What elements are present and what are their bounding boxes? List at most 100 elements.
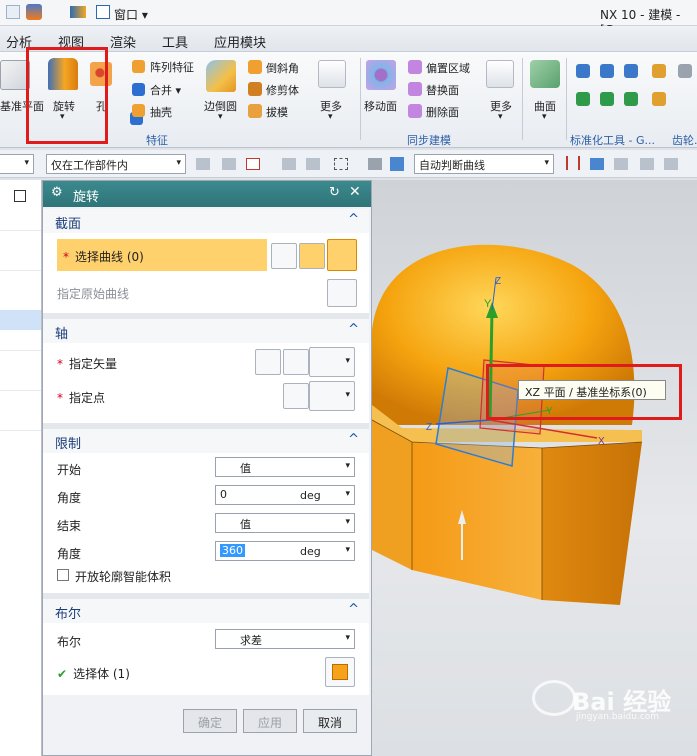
curve-rule-dropdown[interactable]: 自动判断曲线 ▾ <box>414 154 554 174</box>
shell-icon[interactable] <box>132 104 145 117</box>
undo-icon[interactable] <box>6 5 20 19</box>
more-dropdown-icon[interactable]: ▾ <box>328 112 333 122</box>
std-tool-icon[interactable] <box>652 92 666 106</box>
section-axis-header[interactable]: 轴 ^ <box>43 319 369 343</box>
stop-at-intersection-icon[interactable] <box>590 158 604 170</box>
start-type-dropdown[interactable]: 值 ▾ <box>215 457 355 477</box>
std-tool-icon[interactable] <box>600 92 614 106</box>
std-tool-icon[interactable] <box>600 64 614 78</box>
std-tool-icon[interactable] <box>576 92 590 106</box>
nav-row <box>0 230 41 231</box>
delete-face-icon[interactable] <box>408 104 422 118</box>
section-boolean-header[interactable]: 布尔 ^ <box>43 599 369 623</box>
draft-icon[interactable] <box>248 104 262 118</box>
more-sync-dropdown-icon[interactable]: ▾ <box>498 112 503 122</box>
point-type-dropdown[interactable]: ▾ <box>309 381 355 411</box>
replace-face-label[interactable]: 替换面 <box>426 82 459 98</box>
pattern-feature-icon[interactable] <box>132 60 145 73</box>
prism-right-face <box>542 442 642 605</box>
shell-label[interactable]: 抽壳 <box>150 104 172 120</box>
origin-curve-icon[interactable] <box>327 279 357 307</box>
start-angle-input[interactable]: 0 deg ▾ <box>215 485 355 505</box>
menu-render[interactable]: 渲染 <box>110 32 136 51</box>
more-icon[interactable] <box>318 60 346 88</box>
surface-icon[interactable] <box>530 60 560 88</box>
reverse-direction-icon[interactable] <box>255 349 281 375</box>
menu-application[interactable]: 应用模块 <box>214 32 266 51</box>
chamfer-label[interactable]: 倒斜角 <box>266 60 299 76</box>
curve-rule-icon[interactable] <box>271 243 297 269</box>
surface-dropdown-icon[interactable]: ▾ <box>542 112 547 122</box>
collapse-icon[interactable]: ^ <box>348 322 359 337</box>
select-body-icon[interactable] <box>325 657 355 687</box>
cancel-button[interactable]: 取消 <box>303 709 357 733</box>
std-tool-icon[interactable] <box>624 64 638 78</box>
reset-icon[interactable]: ↻ <box>329 185 340 200</box>
vector-dialog-icon[interactable] <box>283 349 309 375</box>
trim-body-label[interactable]: 修剪体 <box>266 82 299 98</box>
offset-region-label[interactable]: 偏置区域 <box>426 60 470 76</box>
section-limits-header[interactable]: 限制 ^ <box>43 429 369 453</box>
draft-label[interactable]: 拔模 <box>266 104 288 120</box>
std-tool-icon[interactable] <box>576 64 590 78</box>
collapse-icon[interactable]: ^ <box>348 212 359 227</box>
maximize-icon[interactable] <box>14 190 26 202</box>
pattern-feature-label[interactable]: 阵列特征 <box>150 59 194 75</box>
type-filter-dropdown[interactable]: ▾ <box>0 154 34 174</box>
end-angle-input[interactable]: 360 deg ▾ <box>215 541 355 561</box>
snap-icon[interactable] <box>614 158 628 170</box>
replace-face-icon[interactable] <box>408 82 422 96</box>
graphics-viewport[interactable]: Z Y Z Y X XZ 平面 / 基准坐标系(0) Bai 经验 jingya… <box>372 180 697 756</box>
collapse-icon[interactable]: ^ <box>348 602 359 617</box>
curve-icon[interactable] <box>327 239 357 271</box>
section-profile-header[interactable]: 截面 ^ <box>43 209 369 233</box>
highlight-box <box>26 47 108 144</box>
app-logo-icon[interactable] <box>26 4 42 20</box>
select-curve-row[interactable]: * 选择曲线 (0) <box>57 239 267 271</box>
collapse-icon[interactable]: ^ <box>348 432 359 447</box>
gear-tool-icon[interactable] <box>678 64 692 78</box>
group-sync-label: 同步建模 <box>407 134 451 147</box>
intersection-icon[interactable] <box>566 156 580 170</box>
chamfer-icon[interactable] <box>248 60 262 74</box>
sketch-section-icon[interactable] <box>299 243 325 269</box>
more-sync-icon[interactable] <box>486 60 514 88</box>
ok-button[interactable]: 确定 <box>183 709 237 733</box>
open-profile-label: 开放轮廓智能体积 <box>75 570 172 584</box>
offset-region-icon[interactable] <box>408 60 422 74</box>
box-select-icon[interactable] <box>334 158 348 170</box>
move-face-label[interactable]: 移动面 <box>364 98 397 114</box>
gear-icon[interactable]: ⚙ <box>51 185 63 200</box>
point-dialog-icon[interactable] <box>283 383 309 409</box>
boolean-type-dropdown[interactable]: 求差 ▾ <box>215 629 355 649</box>
select-icon[interactable] <box>246 158 260 170</box>
nav-selected-row[interactable] <box>0 310 41 330</box>
delete-face-label[interactable]: 删除面 <box>426 104 459 120</box>
snap-icon[interactable] <box>640 158 654 170</box>
vector-type-dropdown[interactable]: ▾ <box>309 347 355 377</box>
snap-icon[interactable] <box>222 158 236 170</box>
open-profile-checkbox[interactable] <box>57 569 69 581</box>
snap-icon[interactable] <box>306 158 320 170</box>
end-type-dropdown[interactable]: 值 ▾ <box>215 513 355 533</box>
dialog-title-bar[interactable]: ⚙ 旋转 ↻ ✕ <box>43 181 371 207</box>
trim-body-icon[interactable] <box>248 82 262 96</box>
snap-icon[interactable] <box>196 158 210 170</box>
snap-icon[interactable] <box>282 158 296 170</box>
close-icon[interactable]: ✕ <box>349 184 361 200</box>
std-tool-icon[interactable] <box>624 92 638 106</box>
unite-icon[interactable] <box>132 83 145 96</box>
std-tool-icon[interactable] <box>652 64 666 78</box>
move-face-icon[interactable] <box>366 60 396 90</box>
pencil-icon[interactable] <box>70 6 86 18</box>
edge-blend-icon[interactable] <box>206 60 236 92</box>
cube-icon[interactable] <box>390 157 404 171</box>
apply-button[interactable]: 应用 <box>243 709 297 733</box>
eraser-icon[interactable] <box>368 158 382 170</box>
menu-tools[interactable]: 工具 <box>162 32 188 51</box>
scope-filter-dropdown[interactable]: 仅在工作部件内 ▾ <box>46 154 186 174</box>
unite-label[interactable]: 合并 ▾ <box>150 82 181 98</box>
window-menu[interactable]: 窗口 ▾ <box>114 6 148 23</box>
snap-icon[interactable] <box>664 158 678 170</box>
edge-blend-dropdown-icon[interactable]: ▾ <box>218 112 223 122</box>
